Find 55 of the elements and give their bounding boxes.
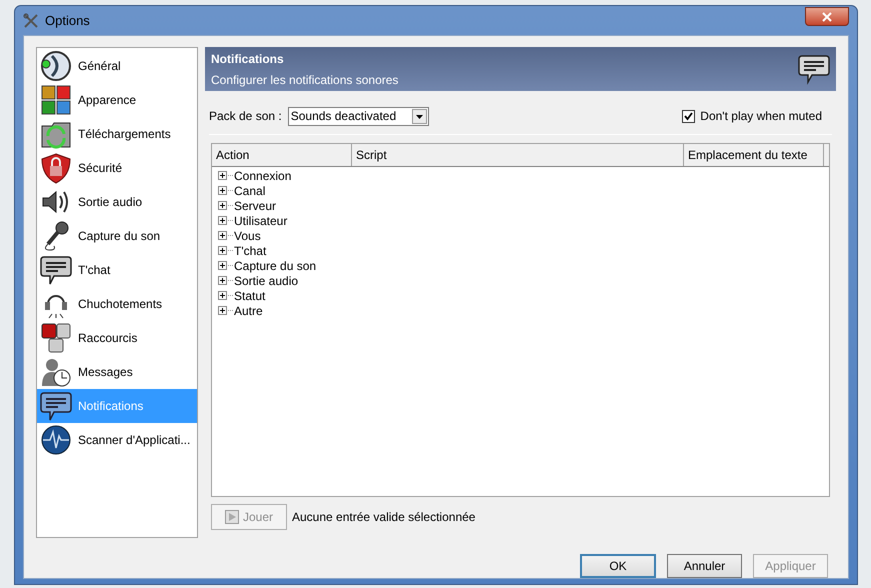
tree-item[interactable]: Connexion: [234, 166, 292, 184]
close-icon: [822, 12, 832, 22]
sidebar-item[interactable]: Apparence: [37, 83, 197, 117]
tree-item[interactable]: Statut: [234, 286, 266, 304]
expand-icon[interactable]: [218, 261, 227, 270]
column-header[interactable]: Script: [352, 144, 684, 166]
speech-bubble-icon: [40, 254, 72, 286]
section-title: Notifications: [211, 50, 285, 68]
checkbox-label: Don't play when muted: [700, 108, 822, 125]
tree-item[interactable]: Serveur: [234, 196, 276, 214]
expand-icon[interactable]: [218, 171, 227, 180]
expand-icon[interactable]: [218, 216, 227, 225]
keys-icon: [40, 322, 72, 354]
color-tiles-icon: [40, 84, 72, 116]
expand-icon[interactable]: [218, 276, 227, 285]
tree-item[interactable]: T'chat: [234, 242, 266, 260]
play-icon: [224, 510, 239, 524]
checkbox[interactable]: [682, 110, 696, 122]
tree-item[interactable]: Sortie audio: [234, 272, 298, 290]
column-header[interactable]: Emplacement du texte: [684, 144, 824, 166]
sidebar-item[interactable]: Sortie audio: [37, 185, 197, 219]
expand-icon[interactable]: [218, 186, 227, 195]
sidebar-item[interactable]: Sécurité: [37, 151, 197, 185]
tree-item[interactable]: Utilisateur: [234, 212, 288, 230]
sidebar-item[interactable]: Chuchotements: [37, 287, 197, 321]
tree-item[interactable]: Vous: [234, 226, 261, 244]
sidebar-item[interactable]: Général: [37, 49, 197, 83]
window-title: Options: [45, 12, 90, 30]
expand-icon[interactable]: [218, 201, 227, 210]
expand-icon[interactable]: [218, 306, 227, 315]
lock-shield-icon: [40, 152, 72, 184]
expand-icon[interactable]: [218, 246, 227, 255]
sidebar-item[interactable]: Téléchargements: [37, 117, 197, 151]
sound-pack-dropdown[interactable]: Sounds deactivated: [288, 106, 429, 126]
user-clock-icon: [40, 356, 72, 388]
sound-pack-label: Pack de son :: [209, 108, 282, 125]
section-subtitle: Configurer les notifications sonores: [211, 72, 400, 88]
sidebar-item[interactable]: T'chat: [37, 253, 197, 287]
expand-icon[interactable]: [218, 231, 227, 240]
sidebar-item[interactable]: Scanner d'Applicati...: [37, 423, 197, 457]
column-header[interactable]: Action: [212, 144, 352, 166]
tools-icon: [23, 12, 39, 28]
sidebar-item[interactable]: Capture du son: [37, 219, 197, 253]
tree-item[interactable]: Canal: [234, 182, 266, 200]
tree-item[interactable]: Capture du son: [234, 256, 316, 274]
close-button[interactable]: [805, 7, 849, 26]
dialog-button[interactable]: Annuler: [667, 554, 742, 578]
sidebar-item[interactable]: Raccourcis: [37, 321, 197, 355]
expand-icon[interactable]: [218, 291, 227, 300]
speech-bubble-icon: [40, 390, 72, 422]
status-text: Aucune entrée valide sélectionnée: [292, 509, 476, 526]
speech-bubble-icon: [798, 53, 830, 85]
tree-item[interactable]: Autre: [234, 302, 263, 320]
dialog-button[interactable]: OK: [580, 554, 656, 578]
sidebar-item[interactable]: Messages: [37, 355, 197, 389]
